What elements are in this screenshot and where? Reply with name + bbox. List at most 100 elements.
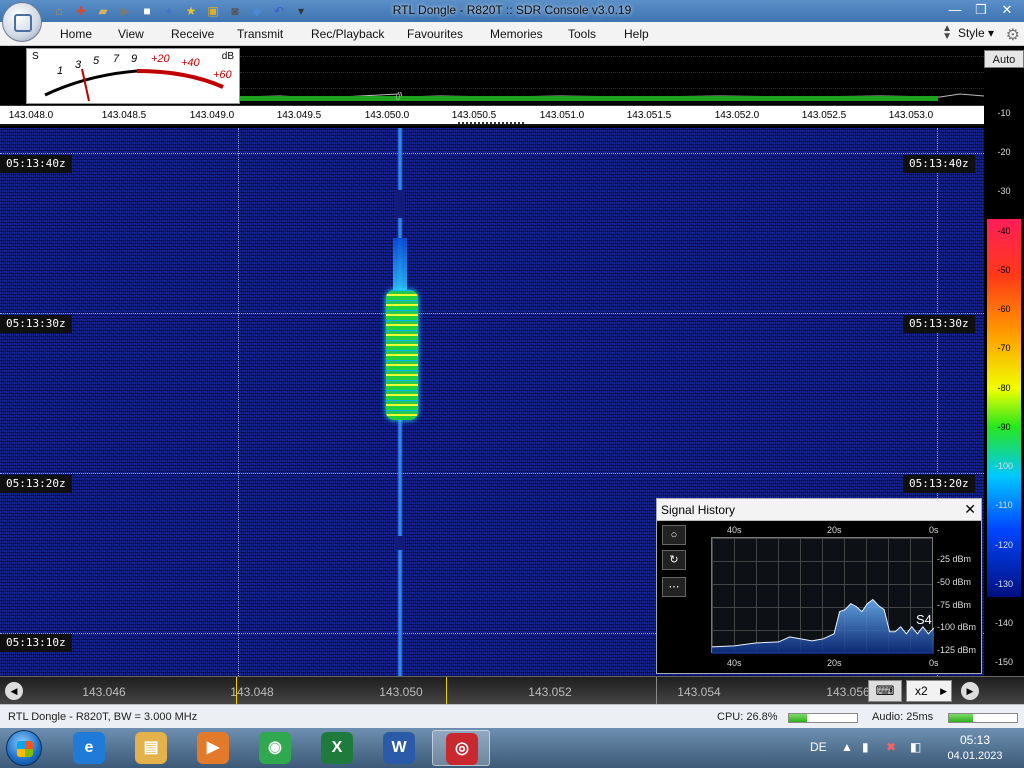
tuning-frequency-label: 143.052: [528, 685, 572, 699]
tune-prev-button[interactable]: ◀: [5, 682, 23, 700]
frequency-tick: 143.053.0: [888, 110, 934, 121]
signal-history-s-reading: S4: [916, 612, 932, 627]
signal-history-chart: [712, 598, 934, 654]
taskbar-app[interactable]: e: [60, 730, 118, 766]
tuning-view-marker: [446, 677, 447, 705]
menu-help[interactable]: Help: [624, 27, 649, 41]
signal-history-title: Signal History: [661, 503, 736, 517]
ruler-drag-handle[interactable]: [458, 122, 524, 124]
taskbar-app[interactable]: ▤: [122, 730, 180, 766]
gear-icon[interactable]: ⚙: [1006, 25, 1020, 45]
db-tick: -30: [997, 186, 1011, 196]
tray-volume-icon[interactable]: ◧: [910, 740, 921, 754]
waterfall-timestamp-right: 05:13:40z: [903, 155, 975, 173]
ribbon-menu-bar: Home View Receive Transmit Rec/Playback …: [0, 22, 1024, 46]
keyboard-icon[interactable]: ⌨: [868, 680, 902, 702]
signal-history-x-label-top: 20s: [827, 525, 842, 535]
menu-tools[interactable]: Tools: [568, 27, 596, 41]
clock-time[interactable]: 05:13: [940, 733, 1010, 747]
menu-view[interactable]: View: [118, 27, 144, 41]
s-meter-tick: +20: [151, 53, 170, 65]
tray-network-icon[interactable]: ✖: [886, 740, 896, 754]
style-dropdown[interactable]: Style ▾: [958, 26, 994, 40]
menu-home[interactable]: Home: [60, 27, 92, 41]
signal-history-reset-button[interactable]: ↻: [662, 550, 686, 570]
passband-indicator[interactable]: [240, 96, 938, 101]
keyboard-language-indicator[interactable]: DE: [810, 740, 827, 754]
taskbar-app[interactable]: ◉: [246, 730, 304, 766]
frequency-tick: 143.051.5: [626, 110, 672, 121]
taskbar-app[interactable]: ▶: [184, 730, 242, 766]
db-tick: -110: [995, 500, 1013, 510]
zoom-dropdown[interactable]: x2 ▶: [906, 680, 952, 702]
tray-device-icon[interactable]: ▮: [862, 740, 869, 754]
device-status: RTL Dongle - R820T, BW = 3.000 MHz: [8, 711, 198, 723]
chrome-icon: ◉: [259, 732, 291, 764]
windows-logo-icon: [17, 741, 33, 757]
cpu-meter-fill: [789, 714, 808, 722]
frequency-tick: 143.052.0: [714, 110, 760, 121]
db-tick: -80: [997, 383, 1011, 393]
signal-history-close-button[interactable]: ✕: [964, 501, 976, 518]
signal-history-record-button[interactable]: ○: [662, 525, 686, 545]
signal-history-plot: [711, 537, 934, 654]
db-tick: -90: [997, 422, 1011, 432]
tuning-bar[interactable]: ◀ 143.046 143.048 143.050 143.052 143.05…: [0, 676, 1024, 705]
close-button[interactable]: ✕: [994, 0, 1020, 20]
style-spinner-icon[interactable]: ▲ ▼: [942, 24, 952, 42]
maximize-button[interactable]: ❐: [968, 0, 994, 20]
signal-history-header[interactable]: Signal History ✕: [657, 499, 981, 521]
show-hidden-icons-icon[interactable]: ▲: [841, 740, 853, 754]
frequency-ruler[interactable]: 143.048.0 143.048.5 143.049.0 143.049.5 …: [0, 92, 984, 126]
db-tick: -100: [994, 461, 1013, 471]
tuning-frequency-label: 143.050: [379, 685, 423, 699]
sdr-console-icon: ◎: [446, 733, 478, 765]
file-explorer-icon: ▤: [135, 732, 167, 764]
start-button[interactable]: [6, 730, 42, 766]
tuning-frequency-label: 143.056: [826, 685, 870, 699]
chevron-down-icon: ▾: [987, 26, 994, 40]
signal-history-x-label-top: 40s: [727, 525, 742, 535]
waterfall-grid-line: [0, 473, 984, 474]
menu-transmit[interactable]: Transmit: [237, 27, 283, 41]
auto-scale-button[interactable]: Auto: [984, 50, 1024, 68]
taskbar-app[interactable]: ◎: [432, 730, 490, 766]
media-player-icon: ▶: [197, 732, 229, 764]
menu-favourites[interactable]: Favourites: [407, 27, 463, 41]
db-scale[interactable]: Auto -10 -20 -30 -40 -50 -60 -70 -80 -90…: [984, 46, 1024, 676]
s-meter-tick: 5: [93, 55, 100, 67]
waterfall-timestamp-left: 05:13:20z: [0, 475, 72, 493]
waterfall-timestamp-left: 05:13:30z: [0, 315, 72, 333]
menu-memories[interactable]: Memories: [490, 27, 543, 41]
clock-date[interactable]: 04.01.2023: [940, 750, 1010, 762]
app-menu-orb[interactable]: [2, 2, 42, 42]
carrier-gap: [395, 190, 405, 218]
signal-history-x-label-top: 0s: [929, 525, 939, 535]
tuning-frequency-label: 143.054: [677, 685, 721, 699]
taskbar-app[interactable]: W: [370, 730, 428, 766]
signal-history-y-label: -100 dBm: [937, 622, 977, 632]
db-tick: -120: [994, 540, 1013, 550]
signal-history-more-button[interactable]: ⋯: [662, 577, 686, 597]
window-title: RTL Dongle - R820T :: SDR Console v3.0.1…: [392, 3, 632, 17]
frequency-tick: 143.048.0: [8, 110, 54, 121]
app-menu-icon: [14, 14, 32, 32]
signal-burst-leading-edge: [393, 238, 407, 293]
carrier-gap: [395, 536, 405, 550]
waterfall-timestamp-right: 05:13:20z: [903, 475, 975, 493]
minimize-button[interactable]: —: [942, 0, 968, 20]
frequency-tick: 143.048.5: [101, 110, 147, 121]
menu-rec-playback[interactable]: Rec/Playback: [311, 27, 384, 41]
db-tick: -130: [994, 579, 1013, 589]
windows-taskbar: e ▤ ▶ ◉ X W ◎ DE ▲ ▮ ✖ ◧ 05:13 04.01.2023: [0, 728, 1024, 768]
s-meter-tick: 7: [113, 53, 120, 65]
db-tick: -40: [997, 226, 1011, 236]
frequency-tick: 143.050.0: [364, 110, 410, 121]
waterfall-grid-line: [0, 153, 984, 154]
signal-history-panel: Signal History ✕ ○ ↻ ⋯ 40s 20s 0s -25 dB…: [656, 498, 982, 674]
tuning-view-marker: [236, 677, 237, 705]
menu-receive[interactable]: Receive: [171, 27, 214, 41]
db-tick: -10: [997, 108, 1011, 118]
tune-next-button[interactable]: ▶: [961, 682, 979, 700]
taskbar-app[interactable]: X: [308, 730, 366, 766]
